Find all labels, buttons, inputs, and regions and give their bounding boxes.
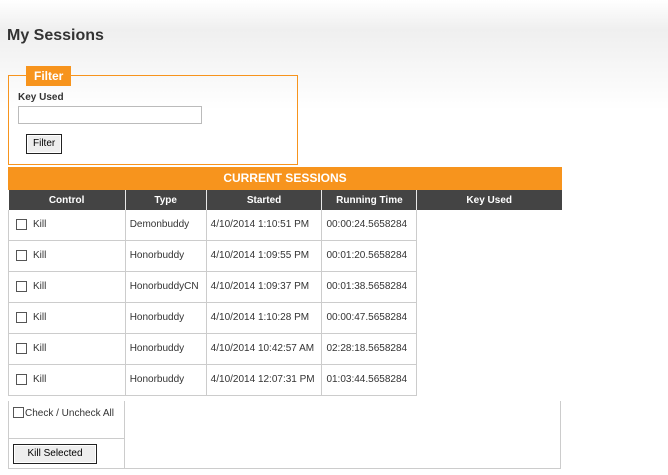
running-time-cell: 01:03:44.5658284 — [321, 364, 418, 396]
column-header-control: Control — [8, 190, 126, 210]
type-cell: Honorbuddy — [125, 240, 207, 272]
kill-checkbox[interactable] — [16, 343, 27, 355]
sessions-table: Control Type Started Running Time Key Us… — [8, 190, 562, 396]
column-header-started: Started — [206, 190, 323, 210]
table-row: Kill Demonbuddy 4/10/2014 1:10:51 PM 00:00:… — [8, 210, 562, 241]
type-cell: HonorbuddyCN — [125, 271, 207, 303]
kill-checkbox[interactable] — [16, 250, 27, 262]
key-used-input[interactable] — [18, 106, 202, 124]
started-cell: 4/10/2014 12:07:31 PM — [206, 364, 323, 396]
key-used-cell — [417, 303, 562, 334]
key-used-cell — [417, 272, 562, 303]
key-used-cell — [417, 334, 562, 365]
current-sessions-header: CURRENT SESSIONS — [8, 167, 562, 190]
filter-fieldset: Filter Key Used Filter — [8, 66, 298, 165]
started-cell: 4/10/2014 1:10:51 PM — [206, 210, 323, 241]
running-time-cell: 00:00:47.5658284 — [321, 302, 418, 334]
table-header-row: Control Type Started Running Time Key Us… — [8, 190, 562, 210]
check-all-label[interactable]: Check / Uncheck All — [25, 408, 114, 419]
kill-checkbox[interactable] — [16, 281, 27, 293]
control-cell: Kill — [8, 271, 126, 303]
running-time-cell: 00:01:20.5658284 — [321, 240, 418, 272]
kill-label[interactable]: Kill — [33, 343, 46, 354]
table-row: Kill Honorbuddy 4/10/2014 1:10:28 PM 00:00:… — [8, 302, 562, 334]
kill-label[interactable]: Kill — [33, 250, 46, 261]
type-cell: Honorbuddy — [125, 333, 207, 365]
check-all-checkbox[interactable] — [13, 407, 24, 418]
started-cell: 4/10/2014 1:09:55 PM — [206, 240, 323, 272]
started-cell: 4/10/2014 1:10:28 PM — [206, 302, 323, 334]
kill-label[interactable]: Kill — [33, 374, 46, 385]
filter-button[interactable]: Filter — [26, 134, 63, 154]
kill-checkbox[interactable] — [16, 219, 27, 231]
current-sessions-panel: CURRENT SESSIONS Control Type Started Ru… — [8, 167, 562, 396]
check-all-cell: Check / Uncheck All — [9, 401, 125, 439]
column-header-key-used: Key Used — [416, 190, 562, 210]
kill-label[interactable]: Kill — [33, 281, 46, 292]
running-time-cell: 00:00:24.5658284 — [321, 210, 418, 241]
kill-checkbox[interactable] — [16, 374, 27, 386]
key-used-label: Key Used — [18, 92, 64, 103]
kill-selected-cell: Kill Selected — [9, 439, 125, 468]
page-title: My Sessions — [7, 27, 104, 44]
started-cell: 4/10/2014 1:09:37 PM — [206, 271, 323, 303]
started-cell: 4/10/2014 10:42:57 AM — [206, 333, 323, 365]
type-cell: Honorbuddy — [125, 302, 207, 334]
running-time-cell: 00:01:38.5658284 — [321, 271, 418, 303]
filter-legend: Filter — [26, 66, 72, 86]
control-cell: Kill — [8, 302, 126, 334]
kill-checkbox[interactable] — [16, 312, 27, 324]
control-cell: Kill — [8, 364, 126, 396]
key-used-cell — [417, 365, 562, 396]
column-header-type: Type — [125, 190, 207, 210]
table-footer: Check / Uncheck All Kill Selected — [8, 401, 561, 469]
control-cell: Kill — [8, 240, 126, 272]
control-cell: Kill — [8, 210, 126, 241]
column-header-running-time: Running Time — [321, 190, 418, 210]
table-row: Kill Honorbuddy 4/10/2014 12:07:31 PM 01:03… — [8, 364, 562, 396]
type-cell: Honorbuddy — [125, 364, 207, 396]
key-used-cell — [417, 241, 562, 272]
kill-label[interactable]: Kill — [33, 312, 46, 323]
kill-selected-button[interactable]: Kill Selected — [13, 444, 97, 464]
kill-label[interactable]: Kill — [33, 219, 46, 230]
running-time-cell: 02:28:18.5658284 — [321, 333, 418, 365]
table-row: Kill HonorbuddyCN 4/10/2014 1:09:37 PM 00:0… — [8, 271, 562, 303]
table-row: Kill Honorbuddy 4/10/2014 1:09:55 PM 00:01:… — [8, 240, 562, 272]
control-cell: Kill — [8, 333, 126, 365]
key-used-cell — [417, 210, 562, 241]
table-row: Kill Honorbuddy 4/10/2014 10:42:57 AM 02:28… — [8, 333, 562, 365]
sessions-table-body: Kill Demonbuddy 4/10/2014 1:10:51 PM 00:00:… — [8, 210, 562, 396]
type-cell: Demonbuddy — [125, 210, 207, 241]
